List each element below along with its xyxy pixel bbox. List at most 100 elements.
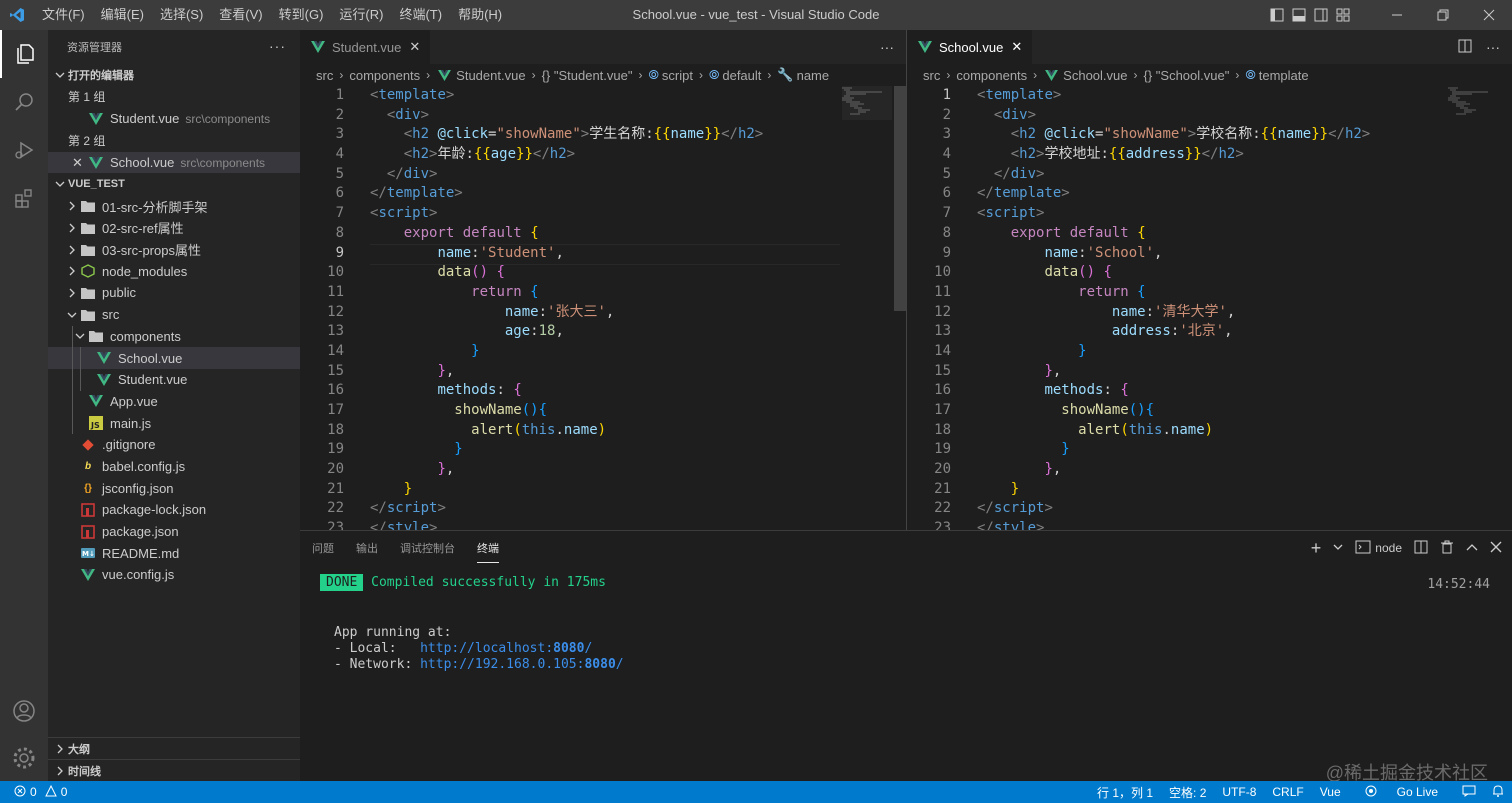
- run-debug-icon[interactable]: [0, 126, 48, 174]
- close-panel-icon[interactable]: [1490, 541, 1502, 556]
- project-section[interactable]: VUE_TEST: [48, 173, 300, 195]
- tab-output[interactable]: 输出: [356, 534, 378, 562]
- breadcrumb-item[interactable]: {} "School.vue": [1144, 68, 1230, 83]
- menu-view[interactable]: 查看(V): [211, 0, 270, 30]
- menu-run[interactable]: 运行(R): [331, 0, 391, 30]
- cursor-position[interactable]: 行 1，列 1: [1089, 784, 1161, 801]
- breadcrumb-item[interactable]: components: [956, 68, 1027, 83]
- network-port[interactable]: 8080: [584, 657, 615, 672]
- extensions-icon[interactable]: [0, 174, 48, 222]
- explorer-icon[interactable]: [0, 30, 48, 78]
- tree-item[interactable]: School.vue: [48, 347, 300, 369]
- tree-item[interactable]: package.json: [48, 521, 300, 543]
- tree-item[interactable]: components: [48, 325, 300, 348]
- split-editor-icon[interactable]: [1458, 39, 1472, 56]
- open-editors-section[interactable]: 打开的编辑器: [48, 64, 300, 86]
- minimap[interactable]: [842, 86, 892, 136]
- end-of-line[interactable]: CRLF: [1264, 785, 1311, 799]
- minimap[interactable]: [1448, 86, 1498, 136]
- toggle-secondary-sidebar-icon[interactable]: [1310, 0, 1332, 30]
- breadcrumb-item[interactable]: {} "Student.vue": [542, 68, 633, 83]
- tree-item[interactable]: node_modules: [48, 260, 300, 282]
- feedback-icon[interactable]: [1454, 785, 1484, 800]
- chevron-right-icon: ›: [767, 68, 772, 82]
- tree-item[interactable]: 02-src-ref属性: [48, 217, 300, 239]
- encoding[interactable]: UTF-8: [1214, 785, 1264, 799]
- tree-item[interactable]: 01-src-分析脚手架: [48, 195, 300, 217]
- tab-school-vue[interactable]: School.vue ✕: [907, 30, 1033, 64]
- vertical-scrollbar[interactable]: [894, 86, 906, 311]
- breadcrumb-item[interactable]: components: [349, 68, 420, 83]
- new-terminal-icon[interactable]: +: [1311, 538, 1322, 559]
- tree-item[interactable]: src: [48, 304, 300, 326]
- menu-edit[interactable]: 编辑(E): [93, 0, 152, 30]
- trash-icon[interactable]: [1440, 540, 1454, 557]
- toggle-sidebar-icon[interactable]: [1266, 0, 1288, 30]
- tab-debug-console[interactable]: 调试控制台: [400, 534, 455, 562]
- settings-gear-icon[interactable]: [0, 734, 48, 782]
- breadcrumb-item[interactable]: src: [316, 68, 333, 83]
- open-editor-school[interactable]: ✕ School.vue src\components: [48, 151, 300, 174]
- editor-group-2-label: 第 2 组: [68, 133, 106, 148]
- tree-item[interactable]: .gitignore: [48, 434, 300, 456]
- menu-help[interactable]: 帮助(H): [450, 0, 510, 30]
- code-editor[interactable]: 1 <template> 2 <div> 3 <h2 @click="showNa…: [907, 86, 1512, 530]
- more-actions-icon[interactable]: ···: [1486, 39, 1500, 55]
- toggle-panel-icon[interactable]: [1288, 0, 1310, 30]
- more-actions-icon[interactable]: ···: [880, 39, 894, 55]
- tab-terminal[interactable]: 终端: [477, 534, 499, 563]
- minimize-icon[interactable]: [1374, 0, 1420, 30]
- menu-selection[interactable]: 选择(S): [152, 0, 211, 30]
- menu-file[interactable]: 文件(F): [34, 0, 93, 30]
- maximize-panel-icon[interactable]: [1466, 541, 1478, 555]
- tree-item[interactable]: App.vue: [48, 390, 300, 413]
- tab-student-vue[interactable]: Student.vue ✕: [300, 30, 431, 64]
- local-port[interactable]: 8080: [553, 641, 584, 656]
- code-editor[interactable]: 1 <template> 2 <div> 3 <h2 @click="showNa…: [300, 86, 906, 530]
- h2-text: 学校地址:: [1044, 146, 1109, 163]
- restore-icon[interactable]: [1420, 0, 1466, 30]
- breadcrumb-item[interactable]: script: [662, 68, 693, 83]
- breadcrumb-item[interactable]: template: [1259, 68, 1309, 83]
- account-icon[interactable]: [0, 687, 48, 735]
- split-terminal-icon[interactable]: [1414, 540, 1428, 557]
- more-actions-icon[interactable]: ···: [269, 38, 286, 54]
- language-mode[interactable]: Vue: [1312, 785, 1349, 799]
- breadcrumb-item[interactable]: src: [923, 68, 940, 83]
- outline-section[interactable]: 大纲: [48, 737, 300, 759]
- tree-item[interactable]: b babel.config.js: [48, 456, 300, 478]
- chevron-down-icon[interactable]: [1333, 541, 1343, 555]
- tree-item[interactable]: M↓ README.md: [48, 542, 300, 564]
- breadcrumb-item[interactable]: Student.vue: [456, 68, 525, 83]
- indentation[interactable]: 空格: 2: [1161, 784, 1214, 801]
- tree-item[interactable]: public: [48, 282, 300, 304]
- local-url[interactable]: http://localhost:: [420, 641, 553, 656]
- notifications-bell-icon[interactable]: [1484, 784, 1512, 800]
- tree-item[interactable]: 03-src-props属性: [48, 239, 300, 261]
- npm-file-icon: [80, 502, 96, 518]
- close-window-icon[interactable]: [1466, 0, 1512, 30]
- customize-layout-icon[interactable]: [1332, 0, 1354, 30]
- search-icon[interactable]: [0, 78, 48, 126]
- terminal-output[interactable]: DONE Compiled successfully in 175ms App …: [320, 573, 1492, 673]
- tree-item[interactable]: vue.config.js: [48, 564, 300, 586]
- open-editor-student[interactable]: Student.vue src\components: [48, 108, 300, 130]
- breadcrumb-item[interactable]: School.vue: [1063, 68, 1127, 83]
- breadcrumb-item[interactable]: default: [722, 68, 761, 83]
- problems-status[interactable]: 0 0: [0, 784, 67, 800]
- breadcrumb-item[interactable]: name: [797, 68, 830, 83]
- go-live-button[interactable]: Go Live: [1349, 785, 1454, 800]
- tree-item[interactable]: {} jsconfig.json: [48, 477, 300, 499]
- timeline-section[interactable]: 时间线: [48, 759, 300, 781]
- tab-problems[interactable]: 问题: [312, 534, 334, 562]
- close-tab-icon[interactable]: ✕: [409, 39, 420, 55]
- close-tab-icon[interactable]: ✕: [1011, 39, 1022, 55]
- network-url[interactable]: http://192.168.0.105:: [420, 657, 584, 672]
- tree-item[interactable]: package-lock.json: [48, 499, 300, 521]
- close-icon[interactable]: ✕: [72, 155, 88, 171]
- terminal-instance[interactable]: node: [1355, 540, 1402, 557]
- tree-item[interactable]: Student.vue: [48, 368, 300, 391]
- menu-go[interactable]: 转到(G): [271, 0, 332, 30]
- tree-item[interactable]: JS main.js: [48, 412, 300, 434]
- menu-terminal[interactable]: 终端(T): [391, 0, 450, 30]
